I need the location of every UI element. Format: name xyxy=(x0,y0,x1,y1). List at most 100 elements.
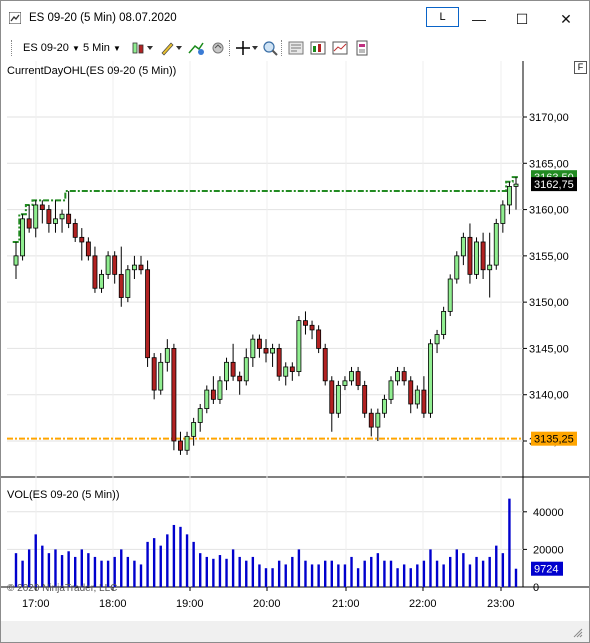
volume-bar xyxy=(172,524,176,587)
volume-bar xyxy=(442,564,445,587)
volume-bar xyxy=(429,549,432,587)
price-tick-label: 3145,00 xyxy=(529,343,569,355)
candle-body xyxy=(191,422,197,437)
candle-body xyxy=(500,204,506,224)
volume-bar xyxy=(133,560,136,587)
zoom-icon[interactable] xyxy=(261,40,279,56)
instrument-selector[interactable]: ES 09-20 ▼ xyxy=(23,39,80,57)
volume-bar xyxy=(271,568,274,587)
candle-body xyxy=(368,412,374,428)
candle-body xyxy=(375,412,381,428)
volume-bar xyxy=(337,564,340,587)
candle-body xyxy=(26,218,32,229)
candle-body xyxy=(303,320,308,326)
candle-body xyxy=(59,213,65,220)
candle-body xyxy=(66,213,72,224)
volume-bar xyxy=(389,560,393,587)
candle-body xyxy=(131,264,137,271)
price-tick-label: 3150,00 xyxy=(529,297,569,309)
volume-bar xyxy=(126,556,130,587)
candle-body xyxy=(296,320,302,372)
chart-canvas[interactable]: 3170,00 3165,00 3160,00 3155,00 3150,00 3145,… xyxy=(1,61,589,621)
candle-body xyxy=(13,255,19,266)
candle-body xyxy=(92,255,98,289)
toolbar-grip[interactable] xyxy=(11,40,15,56)
candle-body xyxy=(434,334,440,345)
candle-body xyxy=(289,366,295,372)
candle-body xyxy=(480,241,486,271)
time-tick-label: 22:00 xyxy=(409,598,437,610)
title-bar[interactable]: ES 09-20 (5 Min) 08.07.2020 L — ☐ ✕ xyxy=(1,1,589,35)
template-icon[interactable] xyxy=(353,40,371,56)
close-button[interactable]: ✕ xyxy=(551,8,581,30)
maximize-button[interactable]: ☐ xyxy=(507,8,537,30)
f-button[interactable]: F xyxy=(574,61,587,74)
volume-bar xyxy=(205,556,208,587)
volume-bar xyxy=(317,564,320,587)
volume-bar xyxy=(231,549,235,587)
candle-body xyxy=(401,371,407,382)
volume-bar xyxy=(416,564,419,587)
copyright-text: © 2020 NinjaTrader, LLC xyxy=(7,583,118,594)
candle-body xyxy=(329,380,335,414)
candle-body xyxy=(322,348,328,382)
volume-bar xyxy=(324,560,327,587)
volume-bar xyxy=(455,549,458,587)
candle-body xyxy=(388,380,394,400)
chart-style-icon[interactable] xyxy=(309,40,327,56)
candle-body xyxy=(441,310,447,335)
candle-body xyxy=(276,348,282,377)
candle-body xyxy=(164,348,170,363)
candle-body xyxy=(309,324,315,331)
volume-bar xyxy=(146,541,149,587)
interval-selector[interactable]: 5 Min ▼ xyxy=(83,39,121,57)
candle-body xyxy=(362,385,368,414)
candle-body xyxy=(263,348,269,354)
candle-body xyxy=(39,204,45,210)
volume-bar xyxy=(159,545,162,587)
time-tick-label: 21:00 xyxy=(332,598,360,610)
candle-body xyxy=(487,264,493,271)
volume-bar xyxy=(495,545,498,587)
bar-type-icon[interactable] xyxy=(131,40,155,56)
candle-body xyxy=(250,338,256,359)
interval-label: 5 Min xyxy=(83,42,110,54)
minimize-button[interactable]: — xyxy=(464,8,494,30)
candle-body xyxy=(316,329,322,349)
candle-body xyxy=(237,375,243,382)
strategy-icon[interactable] xyxy=(209,40,227,56)
candle-body xyxy=(474,241,479,275)
crosshair-icon[interactable] xyxy=(235,40,259,56)
volume-bar xyxy=(310,564,314,587)
candle-body xyxy=(79,236,85,243)
instrument-label: ES 09-20 xyxy=(23,42,69,54)
properties-icon[interactable] xyxy=(287,40,305,56)
volume-bar xyxy=(179,526,182,587)
time-tick-label: 19:00 xyxy=(176,598,204,610)
candle-body xyxy=(217,380,223,400)
volume-bar xyxy=(225,558,228,587)
resize-grip-icon[interactable] xyxy=(573,628,583,638)
candle-body xyxy=(178,440,183,451)
volume-bar xyxy=(34,534,37,587)
candle-body xyxy=(197,408,203,423)
time-tick-label: 18:00 xyxy=(99,598,127,610)
candle-body xyxy=(381,398,387,414)
volume-bar xyxy=(376,553,380,587)
drawing-tool-icon[interactable] xyxy=(159,40,183,56)
volume-bar xyxy=(508,498,511,587)
time-tick-label: 20:00 xyxy=(253,598,281,610)
candle-body xyxy=(408,380,414,405)
volume-bar xyxy=(475,556,478,587)
data-box-icon[interactable] xyxy=(331,40,349,56)
volume-bar xyxy=(27,549,31,587)
candle-body xyxy=(118,273,124,298)
add-indicator-icon[interactable] xyxy=(187,40,205,56)
candle-body xyxy=(395,371,401,382)
chevron-down-icon: ▼ xyxy=(112,44,121,53)
link-button[interactable]: L xyxy=(426,7,459,27)
volume-tick-label: 40000 xyxy=(533,507,564,519)
volume-tick-label: 0 xyxy=(533,582,539,594)
candle-body xyxy=(355,371,361,386)
volume-bar xyxy=(370,556,373,587)
